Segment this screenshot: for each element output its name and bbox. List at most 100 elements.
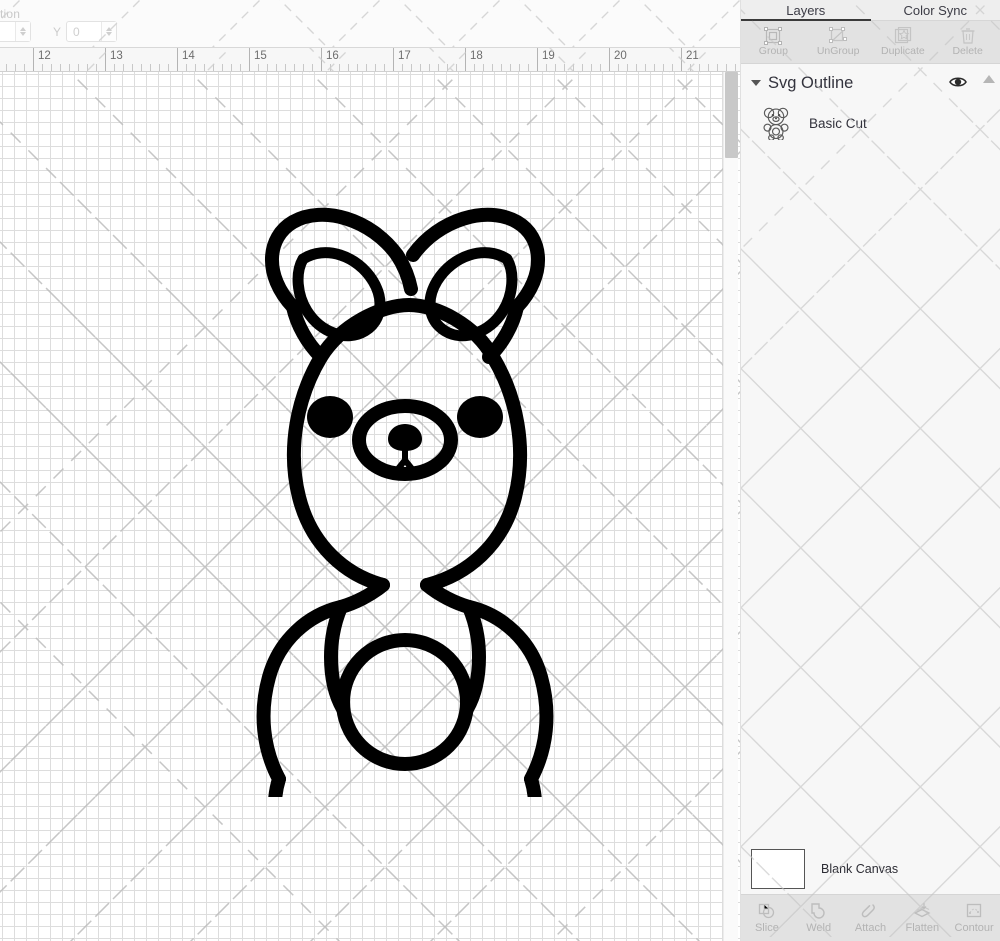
ruler-minor-tick <box>159 64 160 71</box>
ruler-minor-tick <box>231 64 232 71</box>
layer-group-row[interactable]: Svg Outline <box>741 65 1000 101</box>
ruler-minor-tick <box>168 64 169 71</box>
group-button-label: Group <box>758 45 788 57</box>
ruler-tick-14: 14 <box>182 50 195 62</box>
ruler-minor-tick <box>60 64 61 71</box>
ruler-minor-tick <box>276 64 277 71</box>
canvas-vertical-scrollbar[interactable] <box>723 72 738 941</box>
ruler-minor-tick <box>132 64 133 71</box>
contour-icon <box>966 903 982 918</box>
ruler-tick-20: 20 <box>614 50 627 62</box>
attach-button[interactable]: Attach <box>845 902 897 934</box>
ruler-minor-tick <box>582 64 583 71</box>
panel-tab-bar: Layers Color Sync <box>741 0 1000 21</box>
ruler-minor-tick <box>303 64 304 71</box>
trash-icon <box>961 28 975 44</box>
ruler-minor-tick <box>573 64 574 71</box>
canvas-color-swatch[interactable] <box>751 849 805 889</box>
y-label: Y <box>53 24 62 39</box>
ruler-minor-tick <box>645 64 646 71</box>
duplicate-icon <box>894 27 911 44</box>
ruler-minor-tick <box>483 64 484 71</box>
canvas-swatch-row[interactable]: Blank Canvas <box>741 844 1000 894</box>
ruler-minor-tick <box>384 64 385 71</box>
slice-button[interactable]: Slice <box>741 902 793 934</box>
design-canvas[interactable] <box>0 72 740 941</box>
group-icon <box>764 27 783 45</box>
ruler-minor-tick <box>51 64 52 71</box>
ruler-minor-tick <box>402 64 403 71</box>
shape-tools-toolbar: Slice Weld Attach Flatten Contour <box>741 894 1000 941</box>
ruler-minor-tick <box>690 64 691 71</box>
x-input[interactable] <box>0 22 15 41</box>
attach-button-label: Attach <box>854 922 887 934</box>
canvas-scroll-thumb[interactable] <box>725 72 738 158</box>
ruler-minor-tick <box>627 64 628 71</box>
ungroup-button[interactable]: UnGroup <box>806 21 871 63</box>
horizontal-ruler[interactable]: 12 13 14 15 16 17 18 19 20 21 (function(… <box>0 47 740 72</box>
ruler-minor-tick <box>528 64 529 71</box>
ruler-minor-tick <box>78 64 79 71</box>
tab-layers-label: Layers <box>786 2 826 18</box>
y-coordinate-box[interactable] <box>66 21 118 42</box>
layers-list: Svg Outline Basic Cut <box>741 65 1000 844</box>
ungroup-icon <box>829 27 848 43</box>
slice-icon <box>758 903 775 919</box>
x-coordinate-group <box>0 21 31 42</box>
teddy-bear-artwork[interactable] <box>175 197 635 797</box>
ruler-minor-tick <box>312 64 313 71</box>
ruler-minor-tick <box>555 64 556 71</box>
ruler-minor-tick <box>150 64 151 71</box>
ruler-minor-tick <box>285 64 286 71</box>
ruler-minor-tick <box>123 64 124 71</box>
delete-button[interactable]: Delete <box>935 21 1000 63</box>
layer-group-title: Svg Outline <box>768 73 854 92</box>
flatten-button[interactable]: Flatten <box>896 902 948 934</box>
ruler-minor-tick <box>519 64 520 71</box>
ruler-tick-13: 13 <box>110 50 123 62</box>
ruler-minor-tick <box>708 64 709 71</box>
ruler-minor-tick <box>258 64 259 71</box>
ruler-minor-tick <box>240 64 241 71</box>
ruler-minor-tick <box>42 64 43 71</box>
ruler-minor-tick <box>420 64 421 71</box>
eye-icon[interactable] <box>949 75 967 89</box>
ruler-tick-21: 21 <box>686 50 699 62</box>
ruler-minor-tick <box>357 64 358 71</box>
ruler-minor-tick <box>6 64 7 71</box>
ruler-minor-tick <box>24 64 25 71</box>
x-stepper[interactable] <box>15 22 30 41</box>
ungroup-button-label: UnGroup <box>816 45 860 57</box>
delete-button-label: Delete <box>952 45 983 57</box>
y-input[interactable] <box>67 22 102 41</box>
canvas-swatch-label: Blank Canvas <box>821 862 899 876</box>
ruler-minor-tick <box>600 64 601 71</box>
position-toolbar: tion Y <box>0 0 740 47</box>
layers-panel: Layers Color Sync Group UnGroup Duplicat… <box>740 0 1000 941</box>
ruler-minor-tick <box>213 64 214 71</box>
ruler-minor-tick <box>618 64 619 71</box>
ruler-minor-tick <box>87 64 88 71</box>
x-coordinate-box[interactable] <box>0 21 31 42</box>
flatten-button-label: Flatten <box>905 922 940 934</box>
ruler-minor-tick <box>591 64 592 71</box>
ruler-minor-tick <box>456 64 457 71</box>
list-item[interactable]: Basic Cut <box>741 101 1000 145</box>
ruler-tick-18: 18 <box>470 50 483 62</box>
group-button[interactable]: Group <box>741 21 806 63</box>
weld-button[interactable]: Weld <box>793 902 845 934</box>
chevron-down-icon[interactable] <box>749 76 763 90</box>
ruler-minor-tick <box>348 64 349 71</box>
ruler-minor-tick <box>564 64 565 71</box>
weld-button-label: Weld <box>806 922 832 934</box>
tab-color-sync[interactable]: Color Sync <box>871 0 1000 20</box>
position-label: tion <box>0 7 21 21</box>
ruler-tick-16: 16 <box>326 50 339 62</box>
paperclip-icon <box>862 904 876 918</box>
flatten-icon <box>913 903 931 918</box>
panel-scroll-up-arrow[interactable] <box>983 75 995 83</box>
contour-button[interactable]: Contour <box>948 902 1000 934</box>
duplicate-button[interactable]: Duplicate <box>871 21 936 63</box>
y-stepper[interactable] <box>101 22 117 41</box>
tab-layers[interactable]: Layers <box>741 0 871 21</box>
